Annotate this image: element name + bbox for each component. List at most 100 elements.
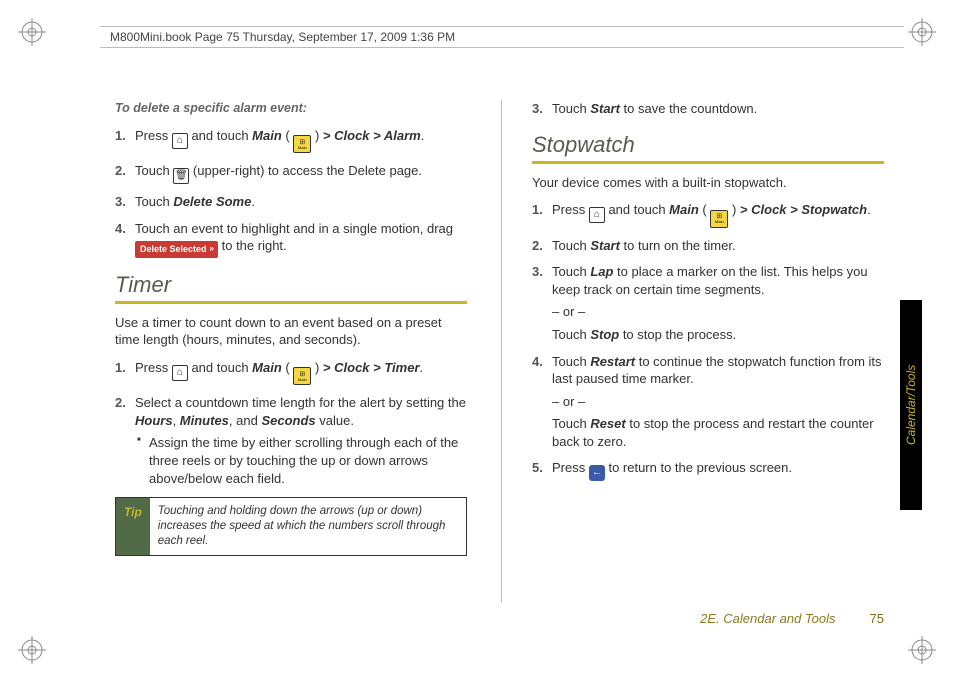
term-minutes: Minutes xyxy=(180,413,229,428)
continuation-steps: 3. Touch Start to save the countdown. xyxy=(532,100,884,118)
delete-selected-button-icon: Delete Selected» xyxy=(135,241,218,257)
step-text: (upper-right) to access the Delete page. xyxy=(189,163,422,178)
step-number: 3. xyxy=(532,263,543,281)
timer-heading: Timer xyxy=(115,270,467,300)
step-text: Touch xyxy=(552,264,590,279)
step-text: Press xyxy=(135,360,172,375)
or-separator: – or – xyxy=(552,393,884,411)
step-text: to the right. xyxy=(218,238,287,253)
step-text: Touch an event to highlight and in a sin… xyxy=(135,221,453,236)
section-side-tab: Calendar/Tools xyxy=(900,300,922,510)
paren: ( xyxy=(699,202,711,217)
step: 1. Press ⌂ and touch Main ( ⊞Main ) > Cl… xyxy=(115,127,467,154)
stop-label: Stop xyxy=(590,327,619,342)
step-text: Touch xyxy=(135,163,173,178)
step-number: 1. xyxy=(115,359,126,377)
timer-intro: Use a timer to count down to an event ba… xyxy=(115,314,467,349)
lap-label: Lap xyxy=(590,264,613,279)
step-text: Touch xyxy=(135,194,173,209)
nav-path: > Clock > Stopwatch xyxy=(740,202,867,217)
paren: ( xyxy=(282,128,294,143)
main-label: Main xyxy=(252,360,282,375)
tip-label: Tip xyxy=(116,498,150,555)
step-number: 2. xyxy=(532,237,543,255)
step-number: 2. xyxy=(115,394,126,412)
delete-some-label: Delete Some xyxy=(173,194,251,209)
step-number: 4. xyxy=(115,220,126,238)
main-menu-icon: ⊞Main xyxy=(293,367,311,385)
step-text: . xyxy=(867,202,871,217)
step-text: to turn on the timer. xyxy=(620,238,736,253)
step: 3. Touch Lap to place a marker on the li… xyxy=(532,263,884,343)
nav-path: > Clock > Timer xyxy=(323,360,420,375)
stopwatch-steps: 1. Press ⌂ and touch Main ( ⊞Main ) > Cl… xyxy=(532,201,884,481)
step-text: . xyxy=(251,194,255,209)
step-text: Touch xyxy=(552,354,590,369)
step-number: 2. xyxy=(115,162,126,180)
step-text: to save the countdown. xyxy=(620,101,757,116)
reset-label: Reset xyxy=(590,416,625,431)
section-rule xyxy=(115,301,467,304)
step-text: Touch xyxy=(552,327,590,342)
left-column: To delete a specific alarm event: 1. Pre… xyxy=(115,100,467,602)
step-text: Press xyxy=(552,460,589,475)
step-number: 1. xyxy=(532,201,543,219)
page-content: To delete a specific alarm event: 1. Pre… xyxy=(115,100,884,602)
step-text: Press xyxy=(552,202,589,217)
step-text: and touch xyxy=(188,128,252,143)
step-text: to return to the previous screen. xyxy=(605,460,792,475)
step-number: 5. xyxy=(532,459,543,477)
step-text: and touch xyxy=(188,360,252,375)
paren: ) xyxy=(311,360,323,375)
term-hours: Hours xyxy=(135,413,173,428)
crop-mark xyxy=(18,18,46,46)
step-number: 1. xyxy=(115,127,126,145)
step: 1. Press ⌂ and touch Main ( ⊞Main ) > Cl… xyxy=(115,359,467,386)
step-text: and touch xyxy=(605,202,669,217)
step: 5. Press ← to return to the previous scr… xyxy=(532,459,884,481)
stopwatch-heading: Stopwatch xyxy=(532,130,884,160)
step: 3. Touch Delete Some. xyxy=(115,193,467,211)
crop-mark xyxy=(908,18,936,46)
delete-alarm-heading: To delete a specific alarm event: xyxy=(115,100,467,117)
step: 3. Touch Start to save the countdown. xyxy=(532,100,884,118)
crop-mark xyxy=(908,636,936,664)
step-text: Touch xyxy=(552,416,590,431)
delete-page-icon: 🗑 xyxy=(173,168,189,184)
step: 1. Press ⌂ and touch Main ( ⊞Main ) > Cl… xyxy=(532,201,884,228)
step-text: Select a countdown time length for the a… xyxy=(135,395,466,410)
restart-label: Restart xyxy=(590,354,635,369)
page-header-meta: M800Mini.book Page 75 Thursday, Septembe… xyxy=(100,26,904,48)
start-label: Start xyxy=(590,101,620,116)
right-column: 3. Touch Start to save the countdown. St… xyxy=(501,100,884,602)
paren: ( xyxy=(282,360,294,375)
section-rule xyxy=(532,161,884,164)
footer-section-name: 2E. Calendar and Tools xyxy=(700,611,835,626)
step: 2. Touch Start to turn on the timer. xyxy=(532,237,884,255)
step-number: 4. xyxy=(532,353,543,371)
paren: ) xyxy=(728,202,740,217)
tip-text: Touching and holding down the arrows (up… xyxy=(150,498,466,555)
or-separator: – or – xyxy=(552,303,884,321)
step: 2. Select a countdown time length for th… xyxy=(115,394,467,487)
paren: ) xyxy=(311,128,323,143)
start-label: Start xyxy=(590,238,620,253)
page-number: 75 xyxy=(870,611,884,626)
step-text: value. xyxy=(316,413,354,428)
main-menu-icon: ⊞Main xyxy=(293,135,311,153)
step-text: Touch xyxy=(552,238,590,253)
step-text: Touch xyxy=(552,101,590,116)
page-footer: 2E. Calendar and Tools 75 xyxy=(115,611,884,626)
step-text: . xyxy=(420,360,424,375)
back-icon: ← xyxy=(589,465,605,481)
main-label: Main xyxy=(252,128,282,143)
crop-mark xyxy=(18,636,46,664)
tip-box: Tip Touching and holding down the arrows… xyxy=(115,497,467,556)
main-menu-icon: ⊞Main xyxy=(710,210,728,228)
home-icon: ⌂ xyxy=(589,207,605,223)
step: 2. Touch 🗑 (upper-right) to access the D… xyxy=(115,162,467,184)
home-icon: ⌂ xyxy=(172,133,188,149)
stopwatch-intro: Your device comes with a built-in stopwa… xyxy=(532,174,884,192)
step-text: to stop the process. xyxy=(619,327,736,342)
nav-path: > Clock > Alarm xyxy=(323,128,421,143)
